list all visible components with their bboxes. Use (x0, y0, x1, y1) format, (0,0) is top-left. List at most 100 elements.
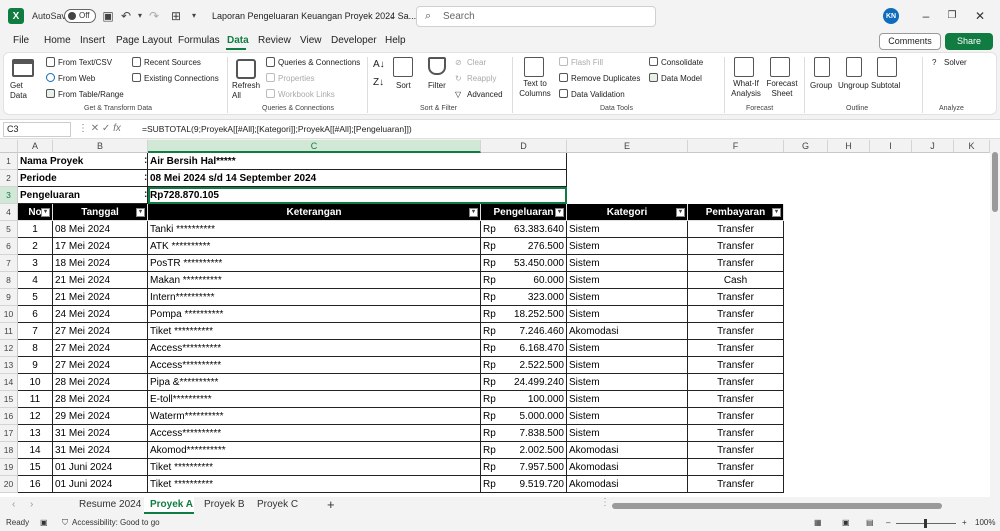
column-header-h[interactable]: H (828, 140, 870, 153)
cell-pembayaran[interactable]: Transfer (688, 357, 784, 374)
cell-keterangan[interactable]: Tiket ********** (148, 476, 481, 493)
cell-kategori[interactable]: Akomodasi (567, 323, 688, 340)
row-header[interactable]: 6 (0, 238, 18, 255)
table-header-keterangan[interactable]: Keterangan ▾ (148, 204, 481, 221)
advanced-button[interactable]: Advanced (467, 90, 503, 99)
cell-no[interactable]: 11 (18, 391, 53, 408)
restore-icon[interactable]: ❐ (944, 8, 960, 24)
data-validation-button[interactable]: Data Validation (571, 90, 625, 99)
cell-no[interactable]: 7 (18, 323, 53, 340)
cell-tanggal[interactable]: 01 Juni 2024 (53, 476, 148, 493)
cell-pembayaran[interactable]: Cash (688, 272, 784, 289)
fx-icon[interactable]: ⋮ ✕ ✓ fx (78, 123, 121, 134)
cell-kategori[interactable]: Sistem (567, 357, 688, 374)
form-icon[interactable]: ⊞ (168, 8, 184, 24)
normal-view-icon[interactable]: ▦ (814, 518, 822, 527)
cell-no[interactable]: 14 (18, 442, 53, 459)
customize-toolbar-icon[interactable]: ▾ (186, 8, 202, 24)
cell-no[interactable]: 4 (18, 272, 53, 289)
cell-no[interactable]: 12 (18, 408, 53, 425)
tab-proyek-a[interactable]: Proyek A (144, 497, 194, 514)
cell-no[interactable]: 1 (18, 221, 53, 238)
cell-kategori[interactable]: Sistem (567, 306, 688, 323)
row-header[interactable]: 17 (0, 425, 18, 442)
cell-keterangan[interactable]: Tiket ********** (148, 323, 481, 340)
cell-keterangan[interactable]: Access********** (148, 340, 481, 357)
row-header[interactable]: 14 (0, 374, 18, 391)
column-header-e[interactable]: E (567, 140, 688, 153)
macro-record-icon[interactable]: ▣ (40, 518, 48, 527)
cell-pembayaran[interactable]: Transfer (688, 255, 784, 272)
cell-pembayaran[interactable]: Transfer (688, 425, 784, 442)
cell-no[interactable]: 6 (18, 306, 53, 323)
scroll-thumb[interactable] (992, 152, 998, 212)
get-data-button[interactable]: Get Data (10, 81, 40, 101)
cell-pembayaran[interactable]: Transfer (688, 442, 784, 459)
select-all-corner[interactable] (0, 140, 18, 153)
menu-home[interactable]: Home (44, 35, 71, 46)
cell-pengeluaran[interactable]: Rp 9.519.720 (481, 476, 567, 493)
cell-kategori[interactable]: Sistem (567, 374, 688, 391)
cell-pengeluaran[interactable]: Rp 7.957.500 (481, 459, 567, 476)
cell-tanggal[interactable]: 31 Mei 2024 (53, 425, 148, 442)
cell-tanggal[interactable]: 31 Mei 2024 (53, 442, 148, 459)
cell-keterangan[interactable]: ATK ********** (148, 238, 481, 255)
flash-fill-button[interactable]: Flash Fill (571, 58, 603, 67)
table-header-pengeluaran[interactable]: Pengeluaran ▾ (481, 204, 567, 221)
cell-pembayaran[interactable]: Transfer (688, 306, 784, 323)
cell-keterangan[interactable]: Makan ********** (148, 272, 481, 289)
filter-dropdown-icon[interactable]: ▾ (555, 208, 564, 217)
row-header[interactable]: 1 (0, 153, 18, 170)
cell-pengeluaran[interactable]: Rp 24.499.240 (481, 374, 567, 391)
cell-pengeluaran[interactable]: Rp 60.000 (481, 272, 567, 289)
forecast-sheet-button[interactable]: Forecast Sheet (766, 79, 798, 99)
row-header[interactable]: 10 (0, 306, 18, 323)
column-header-g[interactable]: G (784, 140, 828, 153)
next-sheet-icon[interactable]: › (30, 499, 33, 510)
cell-pengeluaran[interactable]: Rp 5.000.000 (481, 408, 567, 425)
column-header-j[interactable]: J (912, 140, 954, 153)
filter-dropdown-icon[interactable]: ▾ (772, 208, 781, 217)
info-value[interactable]: 08 Mei 2024 s/d 14 September 2024 (148, 170, 567, 187)
save-icon[interactable]: ▣ (100, 8, 116, 24)
zoom-in-icon[interactable]: + (962, 518, 967, 527)
row-header[interactable]: 8 (0, 272, 18, 289)
cell-tanggal[interactable]: 29 Mei 2024 (53, 408, 148, 425)
cell-pembayaran[interactable]: Transfer (688, 289, 784, 306)
cell-no[interactable]: 16 (18, 476, 53, 493)
cell-keterangan[interactable]: Intern********** (148, 289, 481, 306)
cell-pengeluaran[interactable]: Rp 276.500 (481, 238, 567, 255)
cell-pembayaran[interactable]: Transfer (688, 374, 784, 391)
cell-kategori[interactable]: Sistem (567, 391, 688, 408)
tab-split-handle-icon[interactable]: ⋮ (600, 497, 610, 508)
cell-no[interactable]: 13 (18, 425, 53, 442)
name-box[interactable]: C3 (3, 122, 71, 137)
cell-pembayaran[interactable]: Transfer (688, 476, 784, 493)
info-label[interactable]: Periode (18, 170, 148, 187)
cell-pengeluaran[interactable]: Rp 6.168.470 (481, 340, 567, 357)
row-header[interactable]: 19 (0, 459, 18, 476)
cell-keterangan[interactable]: E-toll********** (148, 391, 481, 408)
cell-keterangan[interactable]: Tiket ********** (148, 459, 481, 476)
cell-pembayaran[interactable]: Transfer (688, 340, 784, 357)
page-layout-view-icon[interactable]: ▣ (842, 518, 850, 527)
cell-keterangan[interactable]: Pompa ********** (148, 306, 481, 323)
redo-icon[interactable]: ↷ (146, 8, 162, 24)
cell-kategori[interactable]: Akomodasi (567, 442, 688, 459)
column-header-a[interactable]: A (18, 140, 53, 153)
cell-tanggal[interactable]: 01 Juni 2024 (53, 459, 148, 476)
group-button[interactable]: Group (810, 81, 832, 90)
cell-tanggal[interactable]: 18 Mei 2024 (53, 255, 148, 272)
row-header[interactable]: 3 (0, 187, 18, 204)
remove-duplicates-button[interactable]: Remove Duplicates (571, 74, 640, 83)
menu-review[interactable]: Review (258, 35, 291, 46)
consolidate-button[interactable]: Consolidate (661, 58, 703, 67)
filter-dropdown-icon[interactable]: ▾ (41, 208, 50, 217)
cell-kategori[interactable]: Sistem (567, 340, 688, 357)
existing-connections-button[interactable]: Existing Connections (144, 74, 219, 83)
search-box[interactable]: ⌕ Search (416, 6, 656, 27)
cell-tanggal[interactable]: 21 Mei 2024 (53, 272, 148, 289)
row-header[interactable]: 7 (0, 255, 18, 272)
zoom-slider-handle[interactable] (924, 519, 927, 528)
from-table-range-button[interactable]: From Table/Range (58, 90, 124, 99)
